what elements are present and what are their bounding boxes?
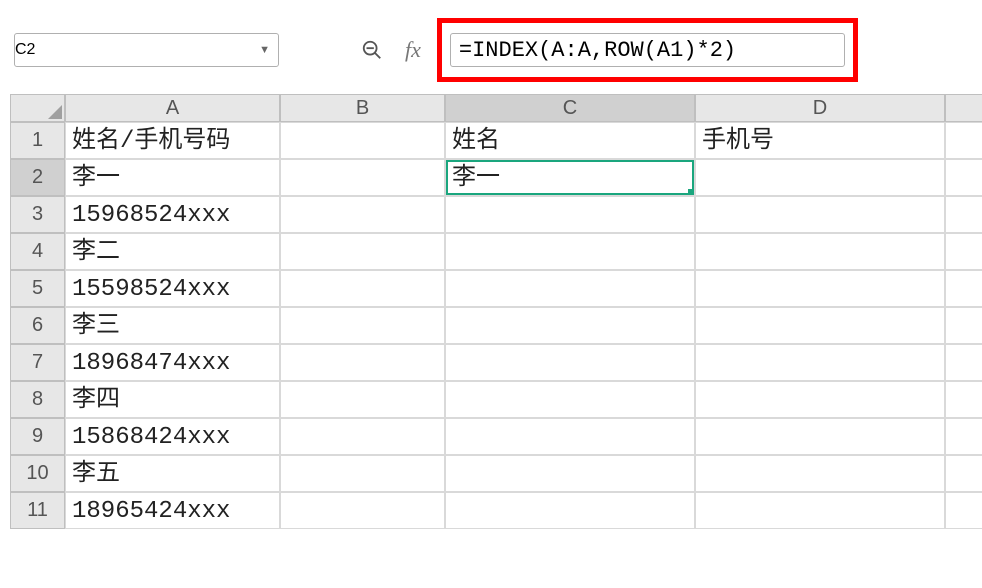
col-header-C[interactable]: C xyxy=(445,94,695,122)
cell-A10[interactable]: 李五 xyxy=(65,455,280,492)
cell-value: 李一 xyxy=(452,165,500,192)
row-header[interactable]: 3 xyxy=(10,196,65,233)
cell-C3[interactable] xyxy=(445,196,695,233)
cell[interactable] xyxy=(945,233,982,270)
cell-D1[interactable]: 手机号 xyxy=(695,122,945,159)
cell-B7[interactable] xyxy=(280,344,445,381)
chevron-down-icon[interactable]: ▼ xyxy=(259,44,270,56)
cell[interactable] xyxy=(945,307,982,344)
fill-handle[interactable] xyxy=(688,189,695,196)
cell-D2[interactable] xyxy=(695,159,945,196)
cell[interactable] xyxy=(945,344,982,381)
formula-bar-area: C2 ▼ fx =INDEX(A:A,ROW(A1)*2) xyxy=(10,10,972,82)
cell-A4[interactable]: 李二 xyxy=(65,233,280,270)
formula-input[interactable]: =INDEX(A:A,ROW(A1)*2) xyxy=(450,33,845,67)
cell-A8[interactable]: 李四 xyxy=(65,381,280,418)
cell[interactable] xyxy=(945,122,982,159)
cell-C9[interactable] xyxy=(445,418,695,455)
cell-C2[interactable]: 李一 xyxy=(445,159,695,196)
cell[interactable] xyxy=(945,492,982,529)
row-header[interactable]: 4 xyxy=(10,233,65,270)
cell-A6[interactable]: 李三 xyxy=(65,307,280,344)
cell[interactable] xyxy=(945,455,982,492)
row-header[interactable]: 2 xyxy=(10,159,65,196)
cell-A3[interactable]: 15968524xxx xyxy=(65,196,280,233)
cell-B11[interactable] xyxy=(280,492,445,529)
cell-A2[interactable]: 李一 xyxy=(65,159,280,196)
cell-B5[interactable] xyxy=(280,270,445,307)
cell-C5[interactable] xyxy=(445,270,695,307)
cell-D8[interactable] xyxy=(695,381,945,418)
cell[interactable] xyxy=(945,270,982,307)
cell[interactable] xyxy=(945,159,982,196)
fx-icon[interactable]: fx xyxy=(405,37,421,63)
cell-B8[interactable] xyxy=(280,381,445,418)
row-header[interactable]: 1 xyxy=(10,122,65,159)
cell-A9[interactable]: 15868424xxx xyxy=(65,418,280,455)
formula-text: =INDEX(A:A,ROW(A1)*2) xyxy=(459,38,736,63)
cell-A7[interactable]: 18968474xxx xyxy=(65,344,280,381)
cell-B2[interactable] xyxy=(280,159,445,196)
row-header[interactable]: 11 xyxy=(10,492,65,529)
row-header[interactable]: 8 xyxy=(10,381,65,418)
row-header[interactable]: 9 xyxy=(10,418,65,455)
cell-B10[interactable] xyxy=(280,455,445,492)
formula-highlight: =INDEX(A:A,ROW(A1)*2) xyxy=(437,18,858,82)
zoom-out-icon[interactable] xyxy=(359,37,385,63)
cell-C7[interactable] xyxy=(445,344,695,381)
cell[interactable] xyxy=(945,196,982,233)
cell[interactable] xyxy=(945,418,982,455)
row-header[interactable]: 6 xyxy=(10,307,65,344)
name-box-value: C2 xyxy=(15,41,35,59)
col-header-A[interactable]: A xyxy=(65,94,280,122)
row-header[interactable]: 10 xyxy=(10,455,65,492)
col-header-D[interactable]: D xyxy=(695,94,945,122)
cell-D11[interactable] xyxy=(695,492,945,529)
cell-D3[interactable] xyxy=(695,196,945,233)
spreadsheet-grid[interactable]: A B C D 1 姓名/手机号码 姓名 手机号 2 李一 李一 3 15968… xyxy=(10,94,972,529)
cell-D10[interactable] xyxy=(695,455,945,492)
cell-B9[interactable] xyxy=(280,418,445,455)
col-header-B[interactable]: B xyxy=(280,94,445,122)
cell-D4[interactable] xyxy=(695,233,945,270)
cell-D6[interactable] xyxy=(695,307,945,344)
cell-A11[interactable]: 18965424xxx xyxy=(65,492,280,529)
cell-C4[interactable] xyxy=(445,233,695,270)
cell-A5[interactable]: 15598524xxx xyxy=(65,270,280,307)
row-header[interactable]: 5 xyxy=(10,270,65,307)
cell-C6[interactable] xyxy=(445,307,695,344)
cell[interactable] xyxy=(945,381,982,418)
col-header-extra[interactable] xyxy=(945,94,982,122)
cell-D7[interactable] xyxy=(695,344,945,381)
name-box[interactable]: C2 ▼ xyxy=(14,33,279,67)
cell-B6[interactable] xyxy=(280,307,445,344)
cell-B4[interactable] xyxy=(280,233,445,270)
cell-D5[interactable] xyxy=(695,270,945,307)
cell-C10[interactable] xyxy=(445,455,695,492)
select-all-corner[interactable] xyxy=(10,94,65,122)
cell-C11[interactable] xyxy=(445,492,695,529)
cell-B1[interactable] xyxy=(280,122,445,159)
cell-C8[interactable] xyxy=(445,381,695,418)
cell-C1[interactable]: 姓名 xyxy=(445,122,695,159)
cell-B3[interactable] xyxy=(280,196,445,233)
cell-A1[interactable]: 姓名/手机号码 xyxy=(65,122,280,159)
row-header[interactable]: 7 xyxy=(10,344,65,381)
cell-D9[interactable] xyxy=(695,418,945,455)
